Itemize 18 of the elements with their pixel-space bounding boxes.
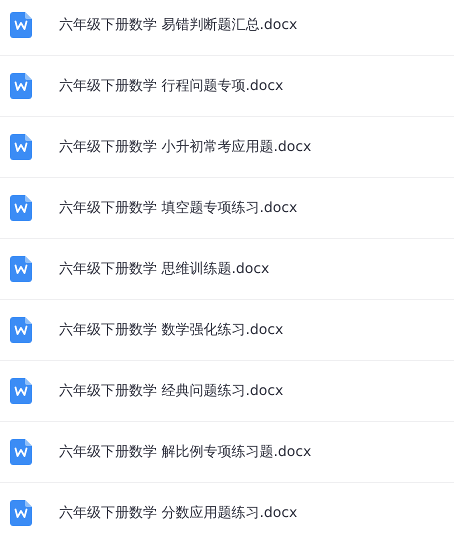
word-file-icon (10, 378, 32, 404)
file-name[interactable]: 六年级下册数学 分数应用题练习.docx (59, 504, 298, 522)
word-file-icon (10, 195, 32, 221)
word-file-icon (10, 12, 32, 38)
file-name[interactable]: 六年级下册数学 填空题专项练习.docx (59, 199, 298, 217)
word-file-icon (10, 256, 32, 282)
file-name[interactable]: 六年级下册数学 解比例专项练习题.docx (59, 443, 312, 461)
file-name[interactable]: 六年级下册数学 思维训练题.docx (59, 260, 270, 278)
file-name[interactable]: 六年级下册数学 行程问题专项.docx (59, 77, 284, 95)
file-name[interactable]: 六年级下册数学 数学强化练习.docx (59, 321, 284, 339)
file-name[interactable]: 六年级下册数学 小升初常考应用题.docx (59, 138, 312, 156)
word-file-icon (10, 439, 32, 465)
file-name[interactable]: 六年级下册数学 易错判断题汇总.docx (59, 16, 298, 34)
word-file-icon (10, 500, 32, 526)
word-file-icon (10, 134, 32, 160)
file-name[interactable]: 六年级下册数学 经典问题练习.docx (59, 382, 284, 400)
word-file-icon (10, 317, 32, 343)
word-file-icon (10, 73, 32, 99)
